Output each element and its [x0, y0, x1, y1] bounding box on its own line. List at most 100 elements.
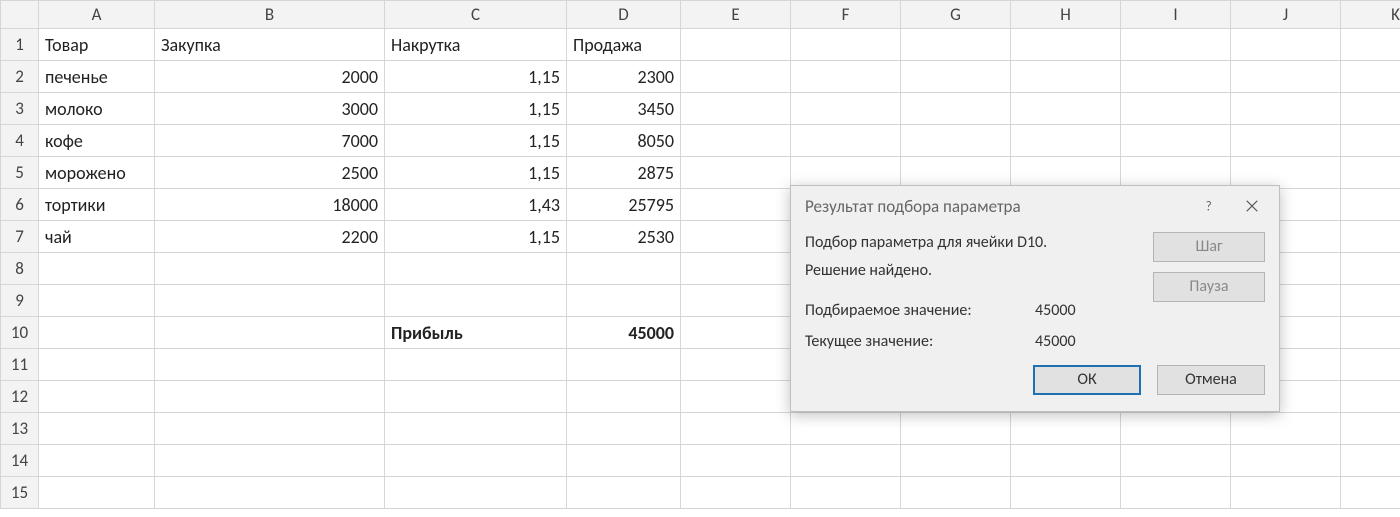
cell-E6[interactable]: [681, 189, 791, 221]
cell-D2[interactable]: 2300: [567, 61, 681, 93]
col-header[interactable]: H: [1011, 1, 1121, 29]
cell-F15[interactable]: [791, 477, 901, 509]
cell-D1[interactable]: Продажа: [567, 29, 681, 61]
cell-G5[interactable]: [901, 157, 1011, 189]
cell-K8[interactable]: [1341, 253, 1400, 285]
cell-H13[interactable]: [1011, 413, 1121, 445]
cell-G13[interactable]: [901, 413, 1011, 445]
col-header[interactable]: K: [1341, 1, 1400, 29]
cell-A11[interactable]: [39, 349, 155, 381]
cell-C15[interactable]: [385, 477, 567, 509]
cell-K9[interactable]: [1341, 285, 1400, 317]
cell-A10[interactable]: [39, 317, 155, 349]
row-header[interactable]: 13: [1, 413, 39, 445]
cell-K10[interactable]: [1341, 317, 1400, 349]
col-header[interactable]: D: [567, 1, 681, 29]
cell-I4[interactable]: [1121, 125, 1231, 157]
cell-J14[interactable]: [1231, 445, 1341, 477]
cell-A4[interactable]: кофе: [39, 125, 155, 157]
cell-E14[interactable]: [681, 445, 791, 477]
cell-H14[interactable]: [1011, 445, 1121, 477]
cell-A3[interactable]: молоко: [39, 93, 155, 125]
cell-C5[interactable]: 1,15: [385, 157, 567, 189]
cell-G2[interactable]: [901, 61, 1011, 93]
cell-B8[interactable]: [155, 253, 385, 285]
cell-K13[interactable]: [1341, 413, 1400, 445]
cell-D4[interactable]: 8050: [567, 125, 681, 157]
cell-I2[interactable]: [1121, 61, 1231, 93]
cell-H1[interactable]: [1011, 29, 1121, 61]
cell-B2[interactable]: 2000: [155, 61, 385, 93]
row-header[interactable]: 6: [1, 189, 39, 221]
row-header[interactable]: 4: [1, 125, 39, 157]
cancel-button[interactable]: Отмена: [1157, 365, 1265, 395]
col-header[interactable]: I: [1121, 1, 1231, 29]
cell-D14[interactable]: [567, 445, 681, 477]
cell-C7[interactable]: 1,15: [385, 221, 567, 253]
row-header[interactable]: 11: [1, 349, 39, 381]
cell-G4[interactable]: [901, 125, 1011, 157]
cell-C3[interactable]: 1,15: [385, 93, 567, 125]
cell-G14[interactable]: [901, 445, 1011, 477]
cell-E10[interactable]: [681, 317, 791, 349]
cell-B9[interactable]: [155, 285, 385, 317]
row-header[interactable]: 12: [1, 381, 39, 413]
cell-J3[interactable]: [1231, 93, 1341, 125]
cell-D11[interactable]: [567, 349, 681, 381]
pause-button[interactable]: Пауза: [1153, 272, 1265, 302]
cell-D5[interactable]: 2875: [567, 157, 681, 189]
cell-K12[interactable]: [1341, 381, 1400, 413]
cell-K15[interactable]: [1341, 477, 1400, 509]
cell-H4[interactable]: [1011, 125, 1121, 157]
cell-F5[interactable]: [791, 157, 901, 189]
cell-I5[interactable]: [1121, 157, 1231, 189]
row-header[interactable]: 15: [1, 477, 39, 509]
cell-E7[interactable]: [681, 221, 791, 253]
cell-I3[interactable]: [1121, 93, 1231, 125]
cell-K3[interactable]: [1341, 93, 1400, 125]
cell-F3[interactable]: [791, 93, 901, 125]
cell-H2[interactable]: [1011, 61, 1121, 93]
col-header[interactable]: E: [681, 1, 791, 29]
cell-H5[interactable]: [1011, 157, 1121, 189]
row-header[interactable]: 8: [1, 253, 39, 285]
cell-J13[interactable]: [1231, 413, 1341, 445]
cell-K14[interactable]: [1341, 445, 1400, 477]
cell-C14[interactable]: [385, 445, 567, 477]
cell-B10[interactable]: [155, 317, 385, 349]
row-header[interactable]: 5: [1, 157, 39, 189]
row-header[interactable]: 14: [1, 445, 39, 477]
cell-C10[interactable]: Прибыль: [385, 317, 567, 349]
cell-K5[interactable]: [1341, 157, 1400, 189]
cell-J15[interactable]: [1231, 477, 1341, 509]
col-header[interactable]: J: [1231, 1, 1341, 29]
cell-B3[interactable]: 3000: [155, 93, 385, 125]
cell-C8[interactable]: [385, 253, 567, 285]
cell-F13[interactable]: [791, 413, 901, 445]
cell-E12[interactable]: [681, 381, 791, 413]
cell-E3[interactable]: [681, 93, 791, 125]
row-header[interactable]: 10: [1, 317, 39, 349]
row-header[interactable]: 9: [1, 285, 39, 317]
cell-D13[interactable]: [567, 413, 681, 445]
cell-A14[interactable]: [39, 445, 155, 477]
row-header[interactable]: 1: [1, 29, 39, 61]
cell-J2[interactable]: [1231, 61, 1341, 93]
col-header[interactable]: B: [155, 1, 385, 29]
cell-J1[interactable]: [1231, 29, 1341, 61]
cell-E9[interactable]: [681, 285, 791, 317]
cell-H15[interactable]: [1011, 477, 1121, 509]
cell-E4[interactable]: [681, 125, 791, 157]
col-header[interactable]: A: [39, 1, 155, 29]
cell-C11[interactable]: [385, 349, 567, 381]
cell-G3[interactable]: [901, 93, 1011, 125]
cell-D3[interactable]: 3450: [567, 93, 681, 125]
cell-E13[interactable]: [681, 413, 791, 445]
cell-B5[interactable]: 2500: [155, 157, 385, 189]
cell-H3[interactable]: [1011, 93, 1121, 125]
cell-C6[interactable]: 1,43: [385, 189, 567, 221]
cell-D6[interactable]: 25795: [567, 189, 681, 221]
cell-B14[interactable]: [155, 445, 385, 477]
cell-B1[interactable]: Закупка: [155, 29, 385, 61]
cell-B12[interactable]: [155, 381, 385, 413]
